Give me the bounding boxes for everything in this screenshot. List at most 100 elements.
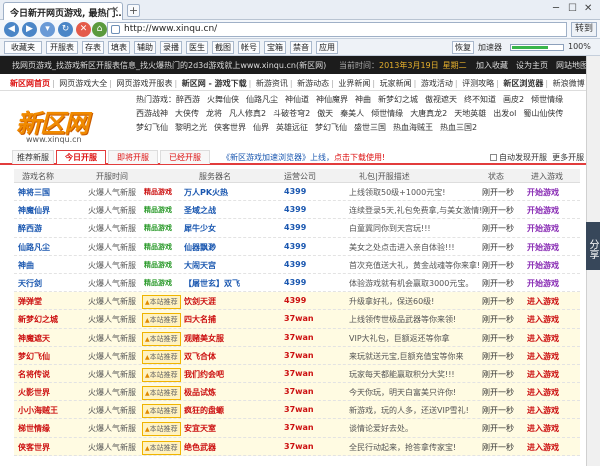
toolbar-favorites-button[interactable]: 收藏夹 xyxy=(4,41,42,54)
accelerator-slider[interactable] xyxy=(510,44,564,51)
toolbar-doctor-button[interactable]: 医生 xyxy=(186,41,208,54)
enter-game-button[interactable]: 进入游戏 xyxy=(527,296,559,307)
server-name-link[interactable]: 万人PK火热 xyxy=(184,187,228,198)
gift-description[interactable]: 连续登录5天,礼包免费拿,与美女激情! xyxy=(349,205,482,216)
nav-weibo[interactable]: 新浪微博 xyxy=(553,79,585,88)
toolbar-screenshot-button[interactable]: 截图 xyxy=(212,41,234,54)
hot-game-link[interactable]: 仙路凡尘 xyxy=(246,94,278,106)
dropdown-icon[interactable]: ▾ xyxy=(40,22,55,37)
refresh-icon[interactable]: ↻ xyxy=(58,22,73,37)
nav-player[interactable]: 玩家新闻 xyxy=(380,79,412,88)
nav-industry[interactable]: 业界新闻 xyxy=(338,79,370,88)
hot-game-link[interactable]: 秦美人 xyxy=(340,108,364,120)
hot-game-link[interactable]: 画皮2 xyxy=(503,94,524,106)
new-tab-button[interactable]: + xyxy=(127,4,140,17)
nav-news[interactable]: 新游资讯 xyxy=(256,79,288,88)
hot-game-link[interactable]: 斗破苍穹2 xyxy=(273,108,310,120)
forward-icon[interactable]: ▶ xyxy=(22,22,37,37)
game-name-link[interactable]: 小小海贼王 xyxy=(18,405,58,416)
gift-description[interactable]: 上线领传世极品武器等你来领! xyxy=(349,314,456,325)
game-name-link[interactable]: 神曲 xyxy=(18,260,34,271)
tab-today[interactable]: 今日开服 xyxy=(56,150,106,164)
server-name-link[interactable]: 极品试炼 xyxy=(184,387,216,398)
hot-game-link[interactable]: 醉西游 xyxy=(176,94,200,106)
nav-browser[interactable]: 新区浏览器 xyxy=(503,79,543,88)
game-name-link[interactable]: 神魔遮天 xyxy=(18,333,50,344)
nav-download[interactable]: 新区网 - 游戏下载 xyxy=(182,79,247,88)
share-button[interactable]: 分享 xyxy=(586,222,600,270)
hot-game-link[interactable]: 出发ol xyxy=(493,108,516,120)
hot-game-link[interactable]: 倾世情缘 xyxy=(371,108,403,120)
game-name-link[interactable]: 梯世情缘 xyxy=(18,423,50,434)
auto-refresh-checkbox[interactable] xyxy=(490,154,497,161)
gift-description[interactable]: 玩家每天都能赢取积分大奖!!! xyxy=(349,369,455,380)
hot-game-link[interactable]: 龙将 xyxy=(206,108,222,120)
hot-game-link[interactable]: 大侠传 xyxy=(175,108,199,120)
server-name-link[interactable]: 四大名捕 xyxy=(184,314,216,325)
hot-game-link[interactable]: 侠客世界 xyxy=(214,122,246,134)
enter-game-button[interactable]: 开始游戏 xyxy=(527,205,559,216)
hot-game-link[interactable]: 黎明之光 xyxy=(175,122,207,134)
hot-game-link[interactable]: 倾世情缘 xyxy=(531,94,563,106)
tab-recommended[interactable]: 推荐新服 xyxy=(12,150,54,164)
nav-server-list[interactable]: 网页游戏开服表 xyxy=(117,79,173,88)
hot-game-link[interactable]: 英雄远征 xyxy=(276,122,308,134)
set-homepage-link[interactable]: 设为主页 xyxy=(516,61,548,70)
restore-button[interactable]: 恢复 xyxy=(452,41,474,54)
enter-game-button[interactable]: 开始游戏 xyxy=(527,278,559,289)
enter-game-button[interactable]: 进入游戏 xyxy=(527,442,559,453)
server-name-link[interactable]: 观赌美女服 xyxy=(184,333,224,344)
browser-tab[interactable]: 今日新开网页游戏, 最热门… × xyxy=(3,2,123,20)
address-bar[interactable]: http://www.xinqu.cn/ xyxy=(107,22,567,37)
hot-game-link[interactable]: 天地英雄 xyxy=(454,108,486,120)
go-button[interactable]: 转到 xyxy=(571,22,597,37)
nav-home[interactable]: 新区网首页 xyxy=(10,79,50,88)
server-name-link[interactable]: 绝色武器 xyxy=(184,442,216,453)
toolbar-record-button[interactable]: 录播 xyxy=(160,41,182,54)
hot-game-link[interactable]: 热血海贼王 xyxy=(393,122,433,134)
hot-game-link[interactable]: 梦幻飞仙 xyxy=(315,122,347,134)
enter-game-button[interactable]: 开始游戏 xyxy=(527,242,559,253)
nav-games[interactable]: 网页游戏大全 xyxy=(59,79,107,88)
enter-game-button[interactable]: 进入游戏 xyxy=(527,405,559,416)
toolbar-assist-button[interactable]: 辅助 xyxy=(134,41,156,54)
toolbar-account-button[interactable]: 帐号 xyxy=(238,41,260,54)
hot-game-link[interactable]: 终不知道 xyxy=(464,94,496,106)
toolbar-fill-button[interactable]: 填表 xyxy=(108,41,130,54)
enter-game-button[interactable]: 进入游戏 xyxy=(527,333,559,344)
hot-game-link[interactable]: 热血三国2 xyxy=(440,122,477,134)
maximize-icon[interactable]: ☐ xyxy=(568,3,577,14)
close-icon[interactable]: × xyxy=(111,5,119,15)
home-icon[interactable]: ⌂ xyxy=(92,22,107,37)
hot-game-link[interactable]: 新梦幻之城 xyxy=(378,94,418,106)
add-favorite-link[interactable]: 加入收藏 xyxy=(476,61,508,70)
back-icon[interactable]: ◀ xyxy=(4,22,19,37)
enter-game-button[interactable]: 进入游戏 xyxy=(527,387,559,398)
hot-game-link[interactable]: 盛世三国 xyxy=(354,122,386,134)
hot-game-link[interactable]: 傲视遮天 xyxy=(425,94,457,106)
toolbar-save-list-button[interactable]: 存表 xyxy=(82,41,104,54)
nav-updates[interactable]: 新游动态 xyxy=(297,79,329,88)
hot-game-link[interactable]: 火舞仙侠 xyxy=(207,94,239,106)
server-name-link[interactable]: 安宜天室 xyxy=(184,423,216,434)
game-name-link[interactable]: 神魔仙界 xyxy=(18,205,50,216)
gift-description[interactable]: 首次充值送大礼，黄金战魂等你来拿! xyxy=(349,260,480,271)
server-name-link[interactable]: 圣域之战 xyxy=(184,205,216,216)
hot-game-link[interactable]: 大唐真龙2 xyxy=(410,108,447,120)
window-close-icon[interactable]: ✕ xyxy=(584,3,592,14)
game-name-link[interactable]: 神将三国 xyxy=(18,187,50,198)
gift-description[interactable]: 美女之处点击进入亲自体验!!! xyxy=(349,242,455,253)
tab-opened[interactable]: 已经开服 xyxy=(160,150,210,164)
server-name-link[interactable]: 我们约会吧 xyxy=(184,369,224,380)
server-name-link[interactable]: 仙器飘渺 xyxy=(184,242,216,253)
game-name-link[interactable]: 梦幻飞仙 xyxy=(18,351,50,362)
server-name-link[interactable]: 大闹天宫 xyxy=(184,260,216,271)
gift-description[interactable]: 白童冀同你到天宫玩!!! xyxy=(349,223,431,234)
game-name-link[interactable]: 新梦幻之城 xyxy=(18,314,58,325)
gift-description[interactable]: 上线领取50级+1000元宝! xyxy=(349,187,445,198)
toolbar-chest-button[interactable]: 宝箱 xyxy=(264,41,286,54)
game-name-link[interactable]: 火影世界 xyxy=(18,387,50,398)
gift-description[interactable]: 谈情论爱好去处。 xyxy=(349,423,413,434)
gift-description[interactable]: 来玩就送元宝,巨额充值宝等你来 xyxy=(349,351,464,362)
game-name-link[interactable]: 弹弹堂 xyxy=(18,296,42,307)
